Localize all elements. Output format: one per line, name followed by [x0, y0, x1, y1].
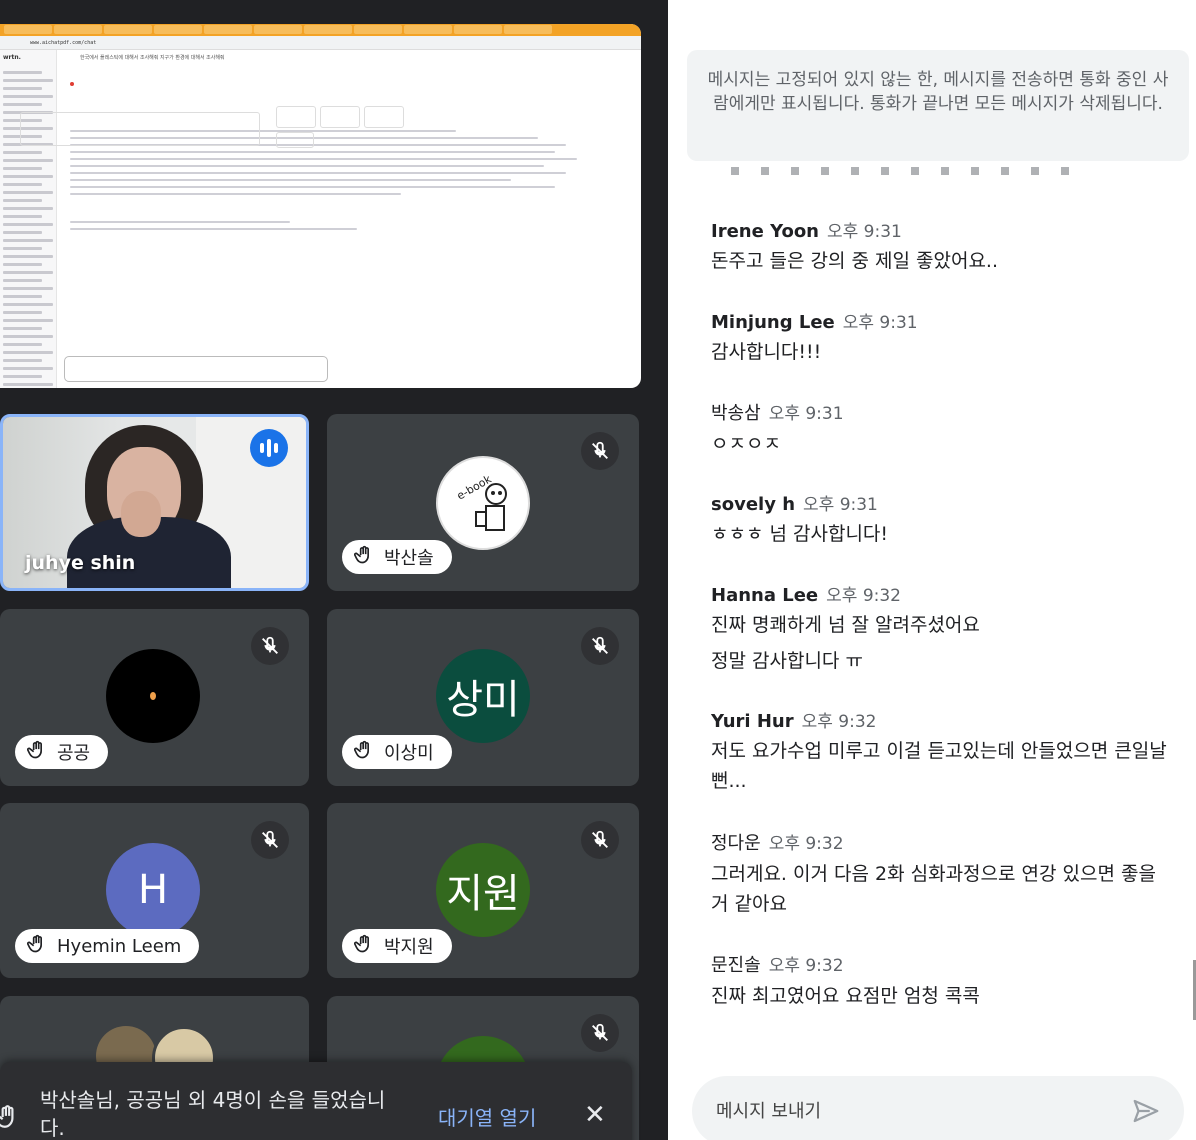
- message-text: ㅎㅎㅎ 넘 감사합니다!: [711, 523, 889, 545]
- message-time: 오후 9:32: [768, 956, 844, 976]
- chat-message: 문진솔 오후 9:32 진짜 최고였어요 요점만 엄청 콕콕: [711, 951, 1171, 1011]
- hand-raised-icon: [353, 740, 374, 765]
- clipped-message: [731, 167, 1081, 185]
- message-text: 돈주고 들은 강의 중 제일 좋았어요..: [711, 250, 998, 272]
- mic-off-icon: [251, 627, 289, 665]
- mic-off-icon: [581, 1014, 619, 1052]
- message-text: ㅇㅈㅇㅈ: [711, 433, 781, 455]
- message-sender: 문진솔: [711, 955, 761, 976]
- mic-off-icon: [581, 627, 619, 665]
- message-input[interactable]: [716, 1094, 1116, 1128]
- shared-brand: wrtn.: [3, 54, 21, 61]
- avatar: 상미: [436, 649, 530, 743]
- browser-urlbar: www.aichatpdf.com/chat: [0, 36, 641, 50]
- participant-name: 공공: [57, 743, 91, 764]
- shared-sidebar: wrtn.: [0, 50, 57, 388]
- hand-raise-chip: 이상미: [342, 735, 452, 769]
- avatar: [106, 649, 200, 743]
- hand-raised-icon: [353, 545, 374, 570]
- message-sender: Minjung Lee: [711, 312, 835, 333]
- message-time: 오후 9:31: [842, 313, 918, 333]
- hand-raised-icon: [353, 934, 374, 959]
- shared-title: 한국에서 플레스틱에 대해서 조사해줘 지구가 환경에 대해서 조사해줘: [80, 55, 225, 61]
- chat-message: Irene Yoon 오후 9:31 돈주고 들은 강의 중 제일 좋았어요..: [711, 217, 1171, 276]
- participant-name: 박지원: [384, 937, 434, 958]
- chat-message: Hanna Lee 오후 9:32 진짜 명쾌하게 넘 잘 알려주셨어요 정말 감…: [711, 581, 1171, 676]
- avatar-dot: [150, 692, 156, 700]
- chat-message: Yuri Hur 오후 9:32 저도 요가수업 미루고 이걸 듣고있는데 안들었…: [711, 707, 1171, 796]
- browser-tabbar: [0, 24, 641, 36]
- hand-raise-banner: 박산솔님, 공공님 외 4명이 손을 들었습니다. 대기열 열기 ✕: [0, 1062, 632, 1140]
- message-composer: [692, 1076, 1184, 1140]
- hand-raise-chip: 공공: [15, 735, 109, 769]
- hand-raised-icon: [26, 740, 47, 765]
- participant-name: juhye shin: [25, 552, 136, 574]
- participant-tile-gonggong[interactable]: 공공: [0, 609, 309, 786]
- hand-raise-text: 박산솔님, 공공님 외 4명이 손을 들었습니다.: [40, 1088, 386, 1140]
- shared-screen: www.aichatpdf.com/chat wrtn. 한국에서 플레스틱에 …: [0, 24, 641, 388]
- message-text: 감사합니다!!!: [711, 341, 822, 363]
- hand-raised-icon: [0, 1102, 20, 1136]
- participant-tile-hyemin[interactable]: H Hyemin Leem: [0, 803, 309, 978]
- message-text: 정말 감사합니다 ㅠ: [711, 650, 863, 672]
- message-text: 진짜 최고였어요 요점만 엄청 콕콕: [711, 985, 980, 1007]
- participant-tile-jiwon[interactable]: 지원 박지원: [327, 803, 639, 978]
- speaking-indicator-icon: [250, 429, 288, 467]
- message-time: 오후 9:32: [801, 712, 877, 732]
- message-sender: 정다운: [711, 833, 761, 854]
- message-time: 오후 9:31: [768, 404, 844, 424]
- chat-message: 박송삼 오후 9:31 ㅇㅈㅇㅈ: [711, 399, 1171, 459]
- chat-notice: 메시지는 고정되어 있지 않는 한, 메시지를 전송하면 통화 중인 사람에게만…: [687, 50, 1189, 161]
- participant-name: 박산솔: [384, 548, 434, 569]
- avatar: e-book: [436, 456, 530, 550]
- message-text: 저도 요가수업 미루고 이걸 듣고있는데 안들었으면 큰일날뻔...: [711, 740, 1167, 792]
- avatar: H: [106, 843, 200, 937]
- hand-raise-chip: 박산솔: [342, 540, 452, 574]
- hand-raise-chip: Hyemin Leem: [15, 929, 200, 963]
- message-time: 오후 9:31: [803, 495, 878, 515]
- participant-tile-juhye[interactable]: juhye shin: [0, 414, 309, 591]
- chat-message: sovely h 오후 9:31 ㅎㅎㅎ 넘 감사합니다!: [711, 490, 1171, 549]
- message-time: 오후 9:31: [827, 222, 902, 242]
- message-sender: sovely h: [711, 494, 796, 515]
- open-queue-button[interactable]: 대기열 열기: [438, 1102, 536, 1131]
- shared-main: 한국에서 플레스틱에 대해서 조사해줘 지구가 환경에 대해서 조사해줘: [60, 50, 631, 388]
- hand-raise-chip: 박지원: [342, 929, 452, 963]
- message-sender: Yuri Hur: [711, 711, 794, 732]
- message-time: 오후 9:32: [826, 586, 901, 606]
- close-icon[interactable]: ✕: [584, 1102, 606, 1128]
- hand-raised-icon: [26, 934, 47, 959]
- mic-off-icon: [581, 821, 619, 859]
- avatar: 지원: [436, 843, 530, 937]
- participant-tile-sangmi[interactable]: 상미 이상미: [327, 609, 639, 786]
- participant-name: Hyemin Leem: [57, 935, 182, 957]
- mic-off-icon: [251, 821, 289, 859]
- message-text: 진짜 명쾌하게 넘 잘 알려주셨어요: [711, 614, 980, 636]
- message-sender: 박송삼: [711, 403, 761, 424]
- chat-message: 정다운 오후 9:32 그러게요. 이거 다음 2화 심화과정으로 연강 있으면 …: [711, 829, 1171, 919]
- send-icon[interactable]: [1130, 1096, 1162, 1130]
- browser-url: www.aichatpdf.com/chat: [30, 39, 97, 46]
- message-list[interactable]: Irene Yoon 오후 9:31 돈주고 들은 강의 중 제일 좋았어요.. …: [711, 165, 1171, 1055]
- message-sender: Hanna Lee: [711, 585, 819, 606]
- mic-off-icon: [581, 432, 619, 470]
- chat-panel: 메시지는 고정되어 있지 않는 한, 메시지를 전송하면 통화 중인 사람에게만…: [668, 0, 1196, 1140]
- participant-name: 이상미: [384, 743, 434, 764]
- chat-message: Minjung Lee 오후 9:31 감사합니다!!!: [711, 308, 1171, 367]
- message-sender: Irene Yoon: [711, 221, 819, 242]
- participant-tile-parksansol[interactable]: e-book 박산솔: [327, 414, 639, 591]
- message-text: 그러게요. 이거 다음 2화 심화과정으로 연강 있으면 좋을 거 같아요: [711, 863, 1156, 915]
- message-time: 오후 9:32: [768, 834, 844, 854]
